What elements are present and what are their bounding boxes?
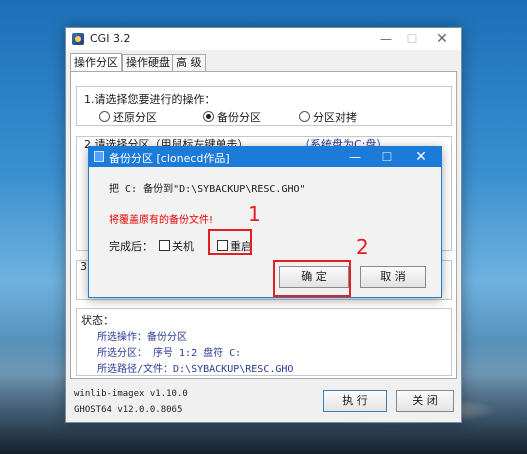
- radio-label: 分区对拷: [313, 111, 357, 124]
- status-path: 所选路径/文件：D:\SYBACKUP\RESC.GHO: [97, 364, 294, 375]
- status-partition: 所选分区： 序号 1:2 盘符 C:: [97, 348, 242, 359]
- dialog-message: 把 C: 备份到"D:\SYBACKUP\RESC.GHO": [109, 184, 306, 195]
- operation-prompt: 1.请选择您要进行的操作：: [84, 93, 216, 106]
- status-label: 状态：: [81, 314, 114, 327]
- dialog-warning: 将覆盖原有的备份文件!: [109, 215, 214, 226]
- maximize-icon[interactable]: ☐: [401, 30, 423, 48]
- execute-button[interactable]: 执 行: [323, 390, 387, 412]
- annotation-number-1: 1: [248, 202, 261, 226]
- footer-version-ghost: GHOST64 v12.0.0.8065: [74, 405, 183, 415]
- dialog-maximize-icon[interactable]: ☐: [377, 148, 397, 166]
- app-icon: [72, 33, 84, 45]
- operation-group: 1.请选择您要进行的操作： 还原分区 备份分区 分区对拷: [76, 86, 452, 126]
- radio-button-icon: [299, 111, 310, 122]
- radio-restore-partition[interactable]: 还原分区: [99, 109, 157, 125]
- radio-label: 备份分区: [217, 111, 261, 124]
- main-window-title: CGI 3.2: [90, 32, 131, 45]
- annotation-box-restart: [208, 229, 252, 255]
- after-completion-label: 完成后：: [109, 240, 153, 253]
- dialog-title: 备份分区 [clonecd作品]: [109, 152, 230, 165]
- close-button[interactable]: 关 闭: [396, 390, 454, 412]
- checkbox-icon: [159, 240, 170, 251]
- tab-advanced[interactable]: 高 级: [172, 54, 206, 71]
- annotation-number-2: 2: [356, 235, 369, 259]
- radio-backup-partition[interactable]: 备份分区: [203, 109, 261, 125]
- dialog-title-bar[interactable]: 备份分区 [clonecd作品] — ☐ ✕: [89, 147, 441, 167]
- dialog-minimize-icon[interactable]: —: [345, 148, 365, 166]
- radio-copy-partition[interactable]: 分区对拷: [299, 109, 357, 125]
- dialog-app-icon: [94, 151, 104, 162]
- main-title-bar[interactable]: CGI 3.2 — ☐ ✕: [66, 28, 461, 50]
- status-operation: 所选操作：备份分区: [97, 332, 187, 343]
- radio-button-selected-icon: [203, 111, 214, 122]
- radio-label: 还原分区: [113, 111, 157, 124]
- shutdown-checkbox[interactable]: 关机: [159, 238, 194, 254]
- radio-button-icon: [99, 111, 110, 122]
- footer-version-imagex: winlib-imagex v1.10.0: [74, 389, 188, 399]
- checkbox-label: 关机: [172, 240, 194, 253]
- tab-operate-partition[interactable]: 操作分区: [70, 53, 122, 72]
- annotation-box-ok: [273, 260, 351, 297]
- tab-operate-disk[interactable]: 操作硬盘: [122, 54, 174, 71]
- cancel-button[interactable]: 取 消: [360, 266, 426, 288]
- minimize-icon[interactable]: —: [375, 30, 397, 48]
- dialog-body: 把 C: 备份到"D:\SYBACKUP\RESC.GHO" 将覆盖原有的备份文…: [89, 167, 441, 297]
- dialog-close-icon[interactable]: ✕: [411, 148, 431, 166]
- status-group: 状态： 所选操作：备份分区 所选分区： 序号 1:2 盘符 C: 所选路径/文件…: [76, 308, 452, 376]
- close-icon[interactable]: ✕: [431, 30, 453, 48]
- backup-confirm-dialog: 备份分区 [clonecd作品] — ☐ ✕ 把 C: 备份到"D:\SYBAC…: [88, 146, 442, 298]
